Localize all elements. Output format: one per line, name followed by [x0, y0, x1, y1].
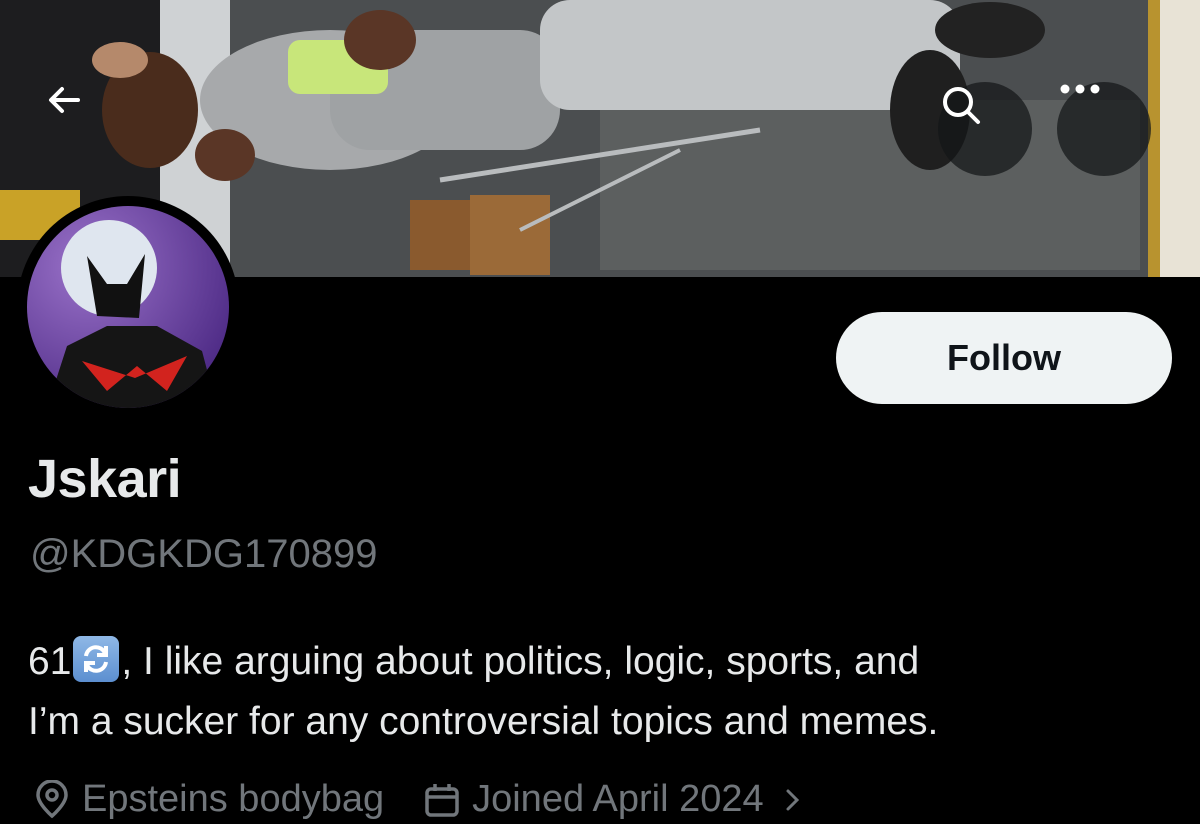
joined-text: Joined April 2024 — [472, 778, 764, 820]
search-button[interactable] — [938, 82, 1032, 176]
follow-button[interactable]: Follow — [836, 312, 1172, 404]
location-pin-icon — [36, 779, 68, 818]
bio-text-line-2: I’m a sucker for any controversial topic… — [28, 700, 939, 743]
profile-meta: Epsteins bodybag Joined April 2024 — [32, 778, 818, 821]
chevron-right-icon — [786, 789, 799, 810]
user-handle: @KDGKDG170899 — [30, 532, 378, 576]
bio-text-line-1: , I like arguing about politics, logic, … — [121, 640, 920, 683]
bio-line-1: 61 , I like arguing about politics, logic… — [28, 632, 1178, 692]
more-options-button[interactable] — [1057, 82, 1151, 176]
joined-date[interactable]: Joined April 2024 — [422, 778, 818, 821]
location-text: Epsteins bodybag — [82, 778, 385, 820]
profile-bio: 61 , I like arguing about politics, logic… — [28, 632, 1178, 752]
bio-count: 61 — [28, 640, 72, 683]
location: Epsteins bodybag — [32, 778, 384, 821]
back-button[interactable] — [44, 80, 138, 174]
avatar[interactable] — [27, 206, 229, 408]
more-icon — [1060, 84, 1100, 94]
avatar-border — [17, 196, 239, 418]
display-name: Jskari — [28, 449, 182, 509]
calendar-icon — [425, 783, 459, 817]
back-arrow-icon — [49, 87, 80, 113]
search-icon — [943, 87, 980, 124]
avatar-image — [27, 206, 229, 408]
repeat-arrows-emoji-icon — [73, 636, 120, 682]
